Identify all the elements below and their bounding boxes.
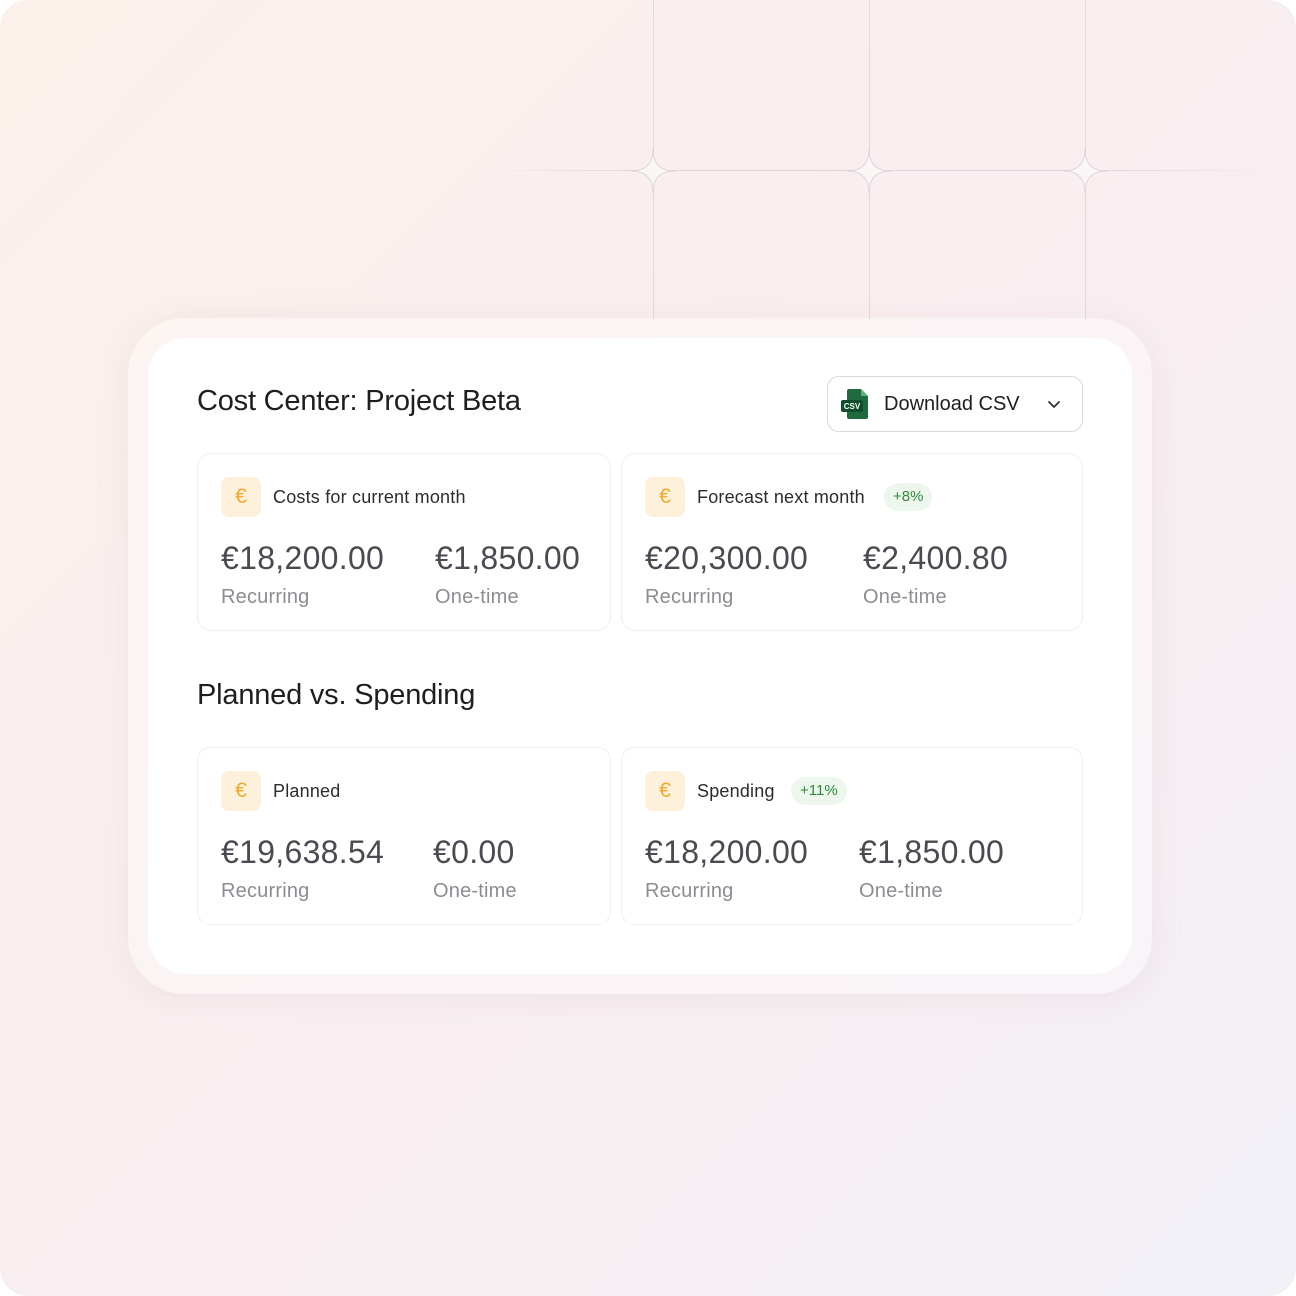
metric-card-spending: € Spending +11% €18,200.00 Recurring €1,… [621, 747, 1083, 925]
onetime-label: One-time [435, 586, 519, 608]
onetime-amount: €1,850.00 [435, 540, 581, 576]
change-badge: +8% [884, 483, 933, 511]
metric-card-planned: € Planned €19,638.54 Recurring €0.00 One… [197, 747, 611, 925]
onetime-amount: €0.00 [433, 834, 515, 870]
euro-icon: € [645, 771, 685, 811]
onetime-label: One-time [859, 880, 943, 902]
recurring-label: Recurring [221, 586, 310, 608]
change-badge: +11% [791, 777, 847, 805]
recurring-label: Recurring [645, 880, 734, 902]
background: Cost Center: Project Beta CSV Download C… [0, 0, 1296, 1296]
onetime-amount: €2,400.80 [863, 540, 1009, 576]
csv-icon-text: CSV [844, 402, 861, 411]
section-title: Planned vs. Spending [197, 679, 476, 711]
euro-icon: € [645, 477, 685, 517]
recurring-amount: €20,300.00 [645, 540, 809, 576]
euro-icon: € [221, 477, 261, 517]
grid-sparkle-icon [631, 149, 675, 193]
onetime-label: One-time [863, 586, 947, 608]
metric-label: Planned [273, 781, 341, 801]
download-csv-button[interactable]: CSV Download CSV [827, 376, 1083, 432]
recurring-label: Recurring [645, 586, 734, 608]
recurring-amount: €19,638.54 [221, 834, 385, 870]
metric-card-current-month: € Costs for current month €18,200.00 Rec… [197, 453, 611, 631]
grid-sparkle-icon [1063, 149, 1107, 193]
metric-label: Spending [697, 781, 775, 801]
grid-sparkle-icon [847, 149, 891, 193]
metric-label: Costs for current month [273, 487, 466, 507]
csv-file-icon: CSV [841, 389, 868, 419]
recurring-amount: €18,200.00 [221, 540, 385, 576]
metric-card-forecast: € Forecast next month +8% €20,300.00 Rec… [621, 453, 1083, 631]
metric-label: Forecast next month [697, 487, 865, 507]
download-csv-label: Download CSV [884, 392, 1020, 415]
recurring-label: Recurring [221, 880, 310, 902]
onetime-label: One-time [433, 880, 517, 902]
page-title: Cost Center: Project Beta [197, 385, 521, 417]
onetime-amount: €1,850.00 [859, 834, 1005, 870]
recurring-amount: €18,200.00 [645, 834, 809, 870]
euro-icon: € [221, 771, 261, 811]
chevron-down-icon[interactable] [1046, 396, 1062, 412]
